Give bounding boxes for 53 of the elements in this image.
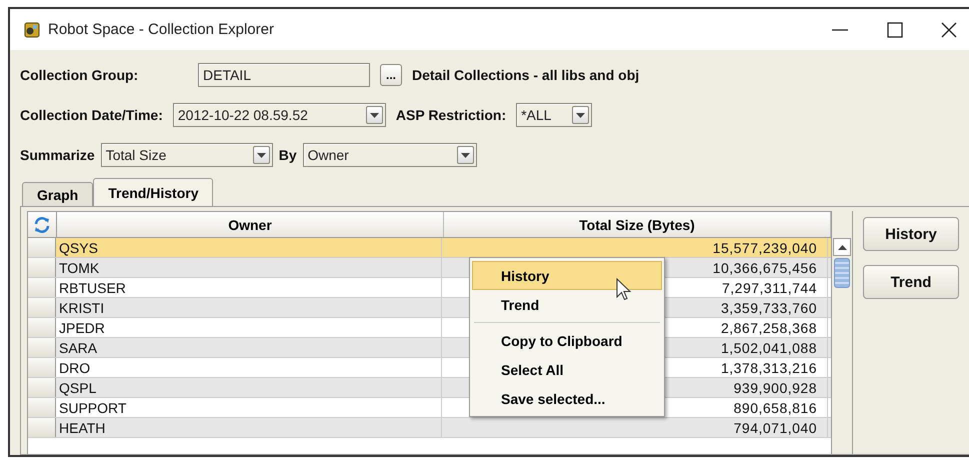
table-cell: 794,071,040 bbox=[442, 418, 828, 437]
action-button[interactable]: Trend bbox=[863, 265, 959, 299]
dropdown-arrow-icon bbox=[460, 152, 470, 158]
column-header[interactable]: Total Size (Bytes) bbox=[444, 212, 831, 237]
field-label: Summarize bbox=[20, 147, 95, 163]
scrollbar-thumb[interactable] bbox=[834, 258, 850, 288]
table-cell: KRISTI bbox=[56, 298, 442, 317]
collection-group-field[interactable]: DETAIL bbox=[198, 63, 370, 87]
collection-description: Detail Collections - all libs and obj bbox=[412, 67, 640, 83]
field-label: By bbox=[278, 147, 297, 163]
summarize-dropdown[interactable]: Total Size bbox=[100, 143, 273, 167]
field-label: ASP Restriction: bbox=[396, 107, 506, 123]
browse-button[interactable]: ... bbox=[380, 64, 402, 86]
dropdown-arrow-icon bbox=[576, 112, 586, 118]
row-header[interactable] bbox=[28, 358, 56, 377]
row-header[interactable] bbox=[28, 378, 56, 397]
row-header[interactable] bbox=[28, 258, 56, 277]
tab[interactable]: Trend/History bbox=[93, 178, 214, 206]
action-button[interactable]: History bbox=[863, 217, 959, 251]
field-label: Collection Group: bbox=[20, 67, 140, 83]
dropdown-arrow-icon bbox=[370, 112, 379, 118]
refresh-icon[interactable] bbox=[33, 216, 51, 234]
table-cell: DRO bbox=[56, 358, 442, 377]
table-cell: JPEDR bbox=[56, 318, 442, 337]
table-cell: HEATH bbox=[56, 418, 442, 437]
table-cell: QSPL bbox=[56, 378, 442, 397]
row-header[interactable] bbox=[28, 398, 56, 417]
dropdown-arrow-icon bbox=[256, 152, 266, 158]
column-header[interactable]: Owner bbox=[57, 212, 444, 237]
row-header[interactable] bbox=[28, 338, 56, 357]
row-header[interactable] bbox=[28, 318, 56, 337]
field-label: Collection Date/Time: bbox=[20, 107, 163, 123]
table-cell: SUPPORT bbox=[56, 398, 442, 417]
up-arrow-icon bbox=[838, 244, 846, 250]
close-icon[interactable] bbox=[941, 22, 957, 38]
table-cell: RBTUSER bbox=[56, 278, 442, 297]
scroll-up-button[interactable] bbox=[833, 238, 851, 256]
table-cell: QSYS bbox=[56, 238, 442, 257]
row-header[interactable] bbox=[28, 238, 56, 257]
date-time-dropdown[interactable]: 2012-10-22 08.59.52 bbox=[172, 103, 386, 127]
maximize-icon[interactable] bbox=[887, 22, 903, 38]
row-header[interactable] bbox=[28, 298, 56, 317]
window-title: Robot Space - Collection Explorer bbox=[48, 21, 274, 38]
app-icon bbox=[24, 22, 40, 38]
row-header[interactable] bbox=[28, 278, 56, 297]
mouse-pointer-icon bbox=[616, 278, 632, 302]
table-cell: TOMK bbox=[56, 258, 442, 277]
by-dropdown[interactable]: Owner bbox=[302, 143, 477, 167]
table-cell: SARA bbox=[56, 338, 442, 357]
menu-item[interactable]: History bbox=[472, 261, 662, 290]
asp-restriction-dropdown[interactable]: *ALL bbox=[516, 103, 592, 127]
tab[interactable]: Graph bbox=[22, 182, 94, 206]
row-header[interactable] bbox=[28, 418, 56, 437]
